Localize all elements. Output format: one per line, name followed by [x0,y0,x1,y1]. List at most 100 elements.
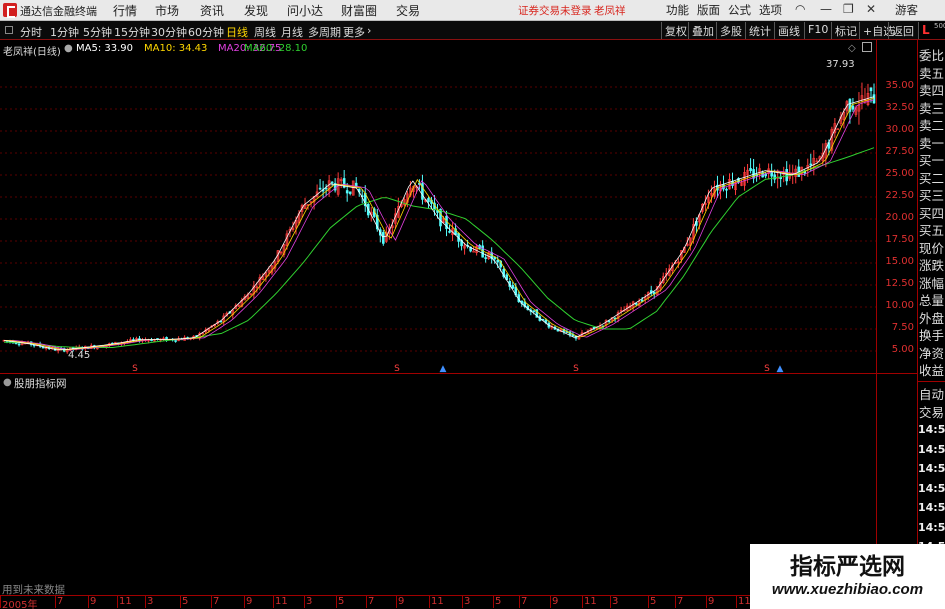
time-tick-label: 9 [398,596,405,607]
menu-function[interactable]: 功能 [666,2,689,18]
period-tab-60min[interactable]: 60分钟 [188,24,224,40]
period-tab-daily[interactable]: 日线 [226,24,248,40]
draw-line-button[interactable]: 画线 [774,22,803,39]
sidebar-item-18[interactable]: 收益 [918,360,945,378]
login-warning[interactable]: 证券交易未登录 [518,3,592,18]
sidebar-item-5[interactable]: 卖一 [918,132,945,151]
sidebar-item-11[interactable]: 现价 [918,237,945,256]
candle-body [725,188,728,191]
sidebar-header: L 500 [918,22,945,39]
candle-body [330,181,334,184]
sidebar-item-16[interactable]: 换手 [918,325,945,343]
kline-chart[interactable]: S S ▲ S S ▲ [0,40,918,609]
site-watermark: 指标严选网 www.xuezhibiao.com [750,544,945,609]
sidebar-item-10[interactable]: 买五 [918,220,945,238]
ma-lines [3,96,875,351]
sidebar-item-2[interactable]: 卖四 [918,80,945,98]
menu-discover[interactable]: 发现 [244,2,268,19]
sidebar-item-9[interactable]: 买四 [918,202,945,221]
sidebar-header-num: 500 [934,22,945,30]
menu-trade[interactable]: 交易 [396,2,420,19]
time-tick [493,596,494,608]
menu-quotes[interactable]: 行情 [113,2,137,19]
period-tab-multi[interactable]: 多周期 [308,24,341,40]
panel-separator[interactable] [0,373,918,374]
mark-button[interactable]: 标记 [831,22,860,39]
period-toolbar: 分时 1分钟 5分钟 15分钟 30分钟 60分钟 日线 周线 月线 多周期 更… [0,21,945,40]
period-tab-more[interactable]: 更多 [343,24,365,40]
stats-button[interactable]: 统计 [745,22,774,39]
close-icon[interactable]: ✕ [866,2,876,16]
menu-wealth[interactable]: 财富圈 [341,2,377,19]
time-tick-label: 5 [182,596,189,607]
sidebar-lower-1[interactable]: 交易 [918,402,945,420]
sidebar-separator [918,381,945,382]
restore-icon[interactable]: ❐ [843,2,854,16]
max-price-label: 37.93 [826,59,855,70]
multi-stock-button[interactable]: 多股 [716,22,745,39]
candle-body [749,168,752,172]
period-tab-5min[interactable]: 5分钟 [83,24,112,40]
f10-button[interactable]: F10 [804,22,831,39]
period-tab-1min[interactable]: 1分钟 [50,24,79,40]
menu-formula[interactable]: 公式 [728,2,751,18]
adjust-button[interactable]: 复权 [661,22,690,39]
min-price-label: 4.45 [68,350,91,361]
sidebar-item-1[interactable]: 卖五 [918,62,945,81]
menu-ask[interactable]: 问小达 [287,2,323,19]
candle-body [869,87,873,92]
sidebar-item-15[interactable]: 外盘 [918,307,945,326]
more-arrow-icon[interactable]: › [367,24,371,37]
sidebar-item-4[interactable]: 卖二 [918,115,945,133]
skin-icon[interactable]: ◠ [795,2,805,16]
menu-news[interactable]: 资讯 [200,2,224,19]
period-tab-monthly[interactable]: 月线 [281,24,303,40]
sidebar-lower-0[interactable]: 自动 [918,384,945,402]
time-tick-label: 9 [90,596,97,607]
sidebar-item-3[interactable]: 卖三 [918,97,945,116]
back-button[interactable]: 返回 [888,22,917,39]
sidebar-item-12[interactable]: 涨跌 [918,255,945,273]
price-tick-label: 30.00 [885,124,914,135]
sidebar-item-13[interactable]: 涨幅 [918,272,945,291]
sidebar-item-17[interactable]: 净资 [918,342,945,361]
sidebar-item-14[interactable]: 总量 [918,290,945,308]
time-tick [211,596,212,608]
period-tab-30min[interactable]: 30分钟 [151,24,187,40]
candle-body [773,174,776,180]
toolbar-grip-icon[interactable] [5,26,13,34]
time-tick-label: 3 [147,596,154,607]
menu-layout[interactable]: 版面 [697,2,720,18]
time-tick [55,596,56,608]
time-tick-label: 9 [552,596,559,607]
sidebar-item-0[interactable]: 委比 [918,45,945,63]
price-tick-label: 12.50 [885,278,914,289]
time-tick-label: 2005年 [2,600,38,609]
period-tab-timeshare[interactable]: 分时 [20,24,42,40]
sidebar-item-8[interactable]: 买三 [918,185,945,203]
period-tab-15min[interactable]: 15分钟 [114,24,150,40]
time-tick [610,596,611,608]
sidebar-item-7[interactable]: 买二 [918,167,945,186]
overlay-button[interactable]: 叠加 [688,22,717,39]
price-tick-label: 32.50 [885,102,914,113]
candlestick-series [2,82,876,354]
time-tick [180,596,181,608]
time-tick-label: 7 [213,596,220,607]
minimize-icon[interactable]: — [820,2,832,16]
sidebar-item-6[interactable]: 买一 [918,150,945,168]
time-tick [550,596,551,608]
time-tick-label: 7 [677,596,684,607]
period-tab-weekly[interactable]: 周线 [254,24,276,40]
guest-label[interactable]: 游客 [895,2,918,18]
menu-market[interactable]: 市场 [155,2,179,19]
price-tick-label: 7.50 [891,322,914,333]
time-tick-label: 7 [368,596,375,607]
menu-options[interactable]: 选项 [759,2,782,18]
candle-body [634,303,638,305]
title-bar: 通达信金融终端 行情 市场 资讯 发现 问小达 财富圈 交易 证券交易未登录 老… [0,0,945,21]
candle-body [851,105,855,110]
time-tick [429,596,430,608]
trade-time: 14:56 [918,462,945,475]
indicator-settings-icon[interactable]: ● [3,377,12,388]
